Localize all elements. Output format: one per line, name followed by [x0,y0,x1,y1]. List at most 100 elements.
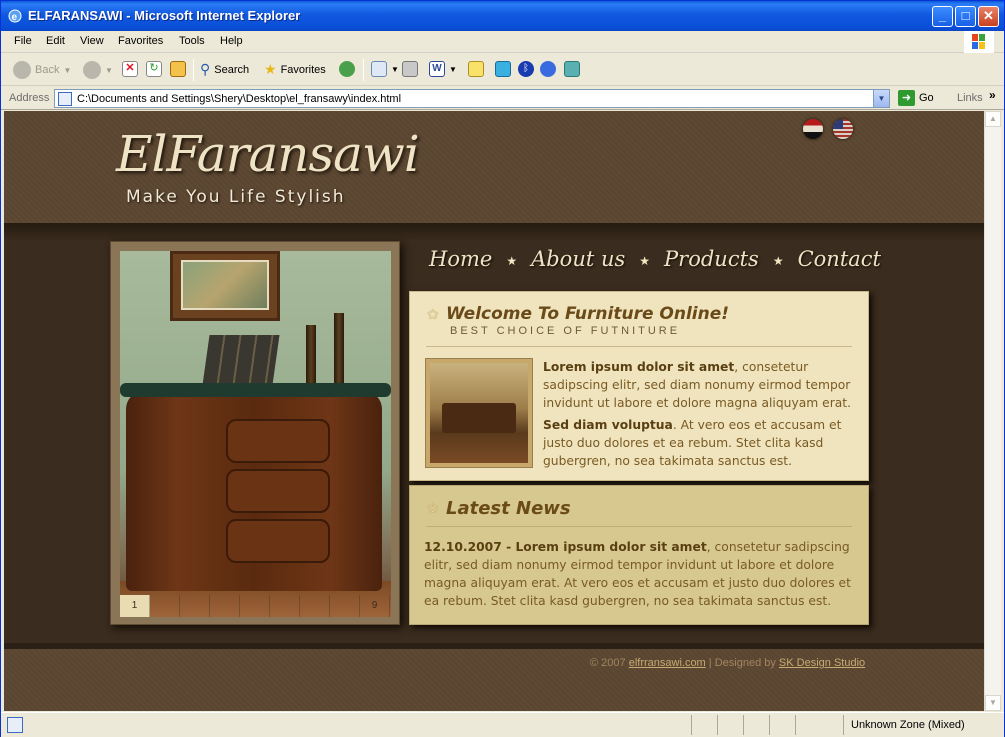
status-cell [843,715,844,735]
forward-button[interactable]: ▼ [83,61,113,79]
chest-top [120,383,391,397]
menu-help[interactable]: Help [220,35,243,47]
footer-site-link[interactable]: elfrransawi.com [629,657,706,669]
address-url[interactable]: C:\Documents and Settings\Shery\Desktop\… [77,93,401,105]
slideshow-frame: 1 2 3 4 5 6 7 8 9 [110,241,400,625]
books [202,335,280,385]
forward-arrow-icon [83,61,101,79]
divider [426,346,852,347]
slide-number[interactable]: 3 [180,595,210,617]
refresh-button[interactable]: ↻ [146,61,162,77]
back-button[interactable]: Back ▼ [13,61,71,79]
news-item: 12.10.2007 - Lorem ipsum dolor sit amet,… [424,538,860,610]
edit-button[interactable]: W ▼ [429,61,457,77]
stop-button[interactable]: ✕ [122,61,138,77]
egypt-flag-icon[interactable] [803,119,823,139]
candlestick [306,325,316,385]
news-title: Latest News [446,498,571,519]
menu-view[interactable]: View [80,35,104,47]
candlestick [334,313,344,385]
links-chevron-icon[interactable]: » [989,88,996,102]
furniture-thumbnail[interactable] [425,358,533,468]
divider [426,526,852,527]
slide-number[interactable]: 7 [300,595,330,617]
messenger-button[interactable] [495,61,511,77]
scroll-down-icon[interactable]: ▼ [985,695,1001,711]
windows-logo-icon [964,31,994,53]
history-button[interactable] [339,61,355,77]
news-item-lead: 12.10.2007 - Lorem ipsum dolor sit amet [424,540,707,554]
tools-button[interactable] [564,61,580,77]
star-icon: ✩ [427,500,439,516]
links-label[interactable]: Links [957,92,983,104]
bluetooth-button[interactable]: ᛒ [518,61,534,77]
word-icon: W [429,61,445,77]
status-cell [743,715,744,735]
menu-edit[interactable]: Edit [46,35,65,47]
favorites-label: Favorites [280,63,326,76]
footer-designer-link[interactable]: SK Design Studio [779,657,865,669]
slideshow-pager: 1 2 3 4 5 6 7 8 9 [120,595,391,617]
discuss-button[interactable] [468,61,484,77]
scroll-up-icon[interactable]: ▲ [985,111,1001,127]
site-logo[interactable]: ElFaransawi [116,125,420,183]
research-button[interactable] [540,61,556,77]
nav-star-icon: ★ [639,254,651,268]
internet-explorer-icon: e [8,9,22,23]
slide-number[interactable]: 6 [270,595,300,617]
go-label: Go [919,92,934,104]
nav-home[interactable]: Home [429,247,492,271]
close-button[interactable]: ✕ [978,6,999,27]
slide-number[interactable]: 8 [330,595,360,617]
window-title: ELFARANSAWI - Microsoft Internet Explore… [28,8,301,23]
page-viewport: ElFaransawi Make You Life Stylish 1 9 Ho… [4,111,984,711]
back-dropdown-icon: ▼ [63,65,72,75]
slide-number[interactable]: 4 [210,595,240,617]
note-icon [468,61,484,77]
toolbar-separator [193,59,194,81]
address-label: Address [9,92,50,104]
printer-icon [402,61,418,77]
footer-copyright: © 2007 [590,657,629,669]
nav-star-icon: ★ [772,254,784,268]
menu-favorites[interactable]: Favorites [118,35,163,47]
mail-button[interactable]: ▼ [371,61,399,77]
menu-file[interactable]: File [14,35,32,47]
bluetooth-icon: ᛒ [518,61,534,77]
menu-bar: File Edit View Favorites Tools Help [1,31,1004,53]
security-zone: Unknown Zone (Mixed) [851,719,965,731]
print-button[interactable] [402,61,418,77]
address-dropdown-icon[interactable]: ▼ [873,90,889,107]
nav-products[interactable]: Products [664,247,759,271]
go-button[interactable]: ➜ Go [898,90,934,106]
site-nav: Home ★ About us ★ Products ★ Contact [429,247,881,271]
menu-tools[interactable]: Tools [179,35,205,47]
search-button[interactable]: ⚲ Search [200,61,249,78]
wall-painting [170,251,280,321]
search-icon: ⚲ [200,61,211,77]
nav-about-us[interactable]: About us [531,247,625,271]
favorites-button[interactable]: ★ Favorites [264,61,326,78]
go-arrow-icon: ➜ [898,90,915,106]
minimize-button[interactable]: _ [932,6,953,27]
drawer [226,419,330,463]
vertical-scrollbar[interactable]: ▲ ▼ [984,111,1001,711]
address-input[interactable]: C:\Documents and Settings\Shery\Desktop\… [54,89,890,108]
status-cell [795,715,796,735]
slide-number[interactable]: 9 [360,595,390,617]
forward-dropdown-icon: ▼ [105,65,113,75]
nav-contact[interactable]: Contact [798,247,881,271]
latest-news-box: ✩ Latest News 12.10.2007 - Lorem ipsum d… [409,485,869,625]
svg-text:e: e [12,12,18,23]
slide-number[interactable]: 5 [240,595,270,617]
maximize-button[interactable]: □ [955,6,976,27]
slide-number[interactable]: 2 [150,595,180,617]
slide-number[interactable]: 1 [120,595,150,617]
welcome-paragraph-1: Lorem ipsum dolor sit amet, consetetur s… [543,358,861,412]
us-flag-icon[interactable] [833,119,853,139]
home-button[interactable] [170,61,186,77]
star-icon: ✩ [427,306,439,322]
stop-icon: ✕ [122,61,138,77]
research-icon [540,61,556,77]
address-bar: Address C:\Documents and Settings\Shery\… [1,87,1004,110]
